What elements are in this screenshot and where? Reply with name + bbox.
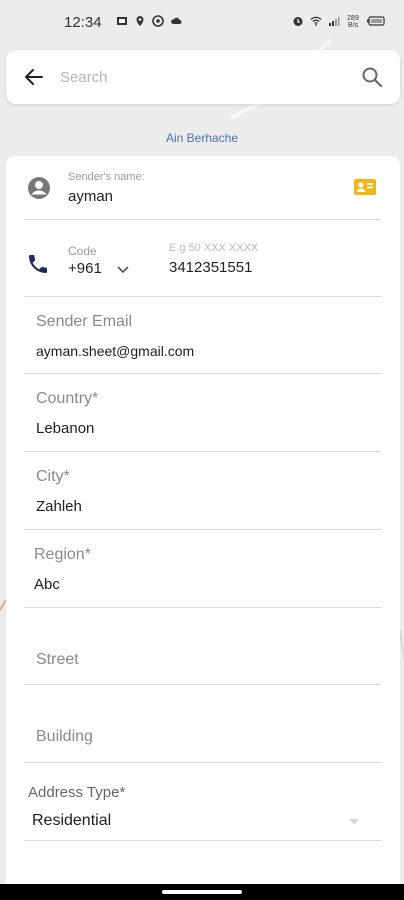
search-icon [362, 67, 382, 87]
search-input[interactable] [60, 68, 358, 86]
sender-name-label: Sender's name: [68, 171, 145, 183]
back-button[interactable] [20, 63, 48, 91]
street-field[interactable]: Street [24, 608, 382, 685]
phone-number-input[interactable]: 3412351551 [169, 259, 252, 276]
search-bar [6, 50, 400, 104]
dropdown-triangle-icon [349, 819, 359, 825]
building-field[interactable]: Building [24, 685, 382, 763]
country-field[interactable]: Country* Lebanon [24, 374, 382, 452]
battery-icon [366, 15, 386, 30]
building-placeholder: Building [36, 728, 93, 745]
city-field[interactable]: City* Zahleh [24, 452, 382, 530]
address-type-dropdown[interactable]: Address Type* Residential [24, 763, 382, 841]
map-place-label: Ain Berhache [165, 131, 239, 145]
code-label: Code [68, 244, 97, 258]
region-field[interactable]: Region* Abc [24, 530, 382, 608]
city-value: Zahleh [36, 498, 82, 515]
status-bar: 12:34 289 B/s [0, 0, 404, 44]
signal-icon [328, 15, 340, 30]
phone-icon [29, 255, 47, 273]
street-placeholder: Street [36, 651, 79, 668]
sim-card-icon [116, 14, 128, 31]
alarm-icon [292, 15, 304, 30]
data-speed: 289 B/s [347, 15, 359, 29]
cloud-icon [170, 14, 182, 31]
home-gesture-handle[interactable] [162, 890, 242, 894]
sender-name-row[interactable]: Sender's name: ayman [24, 168, 382, 220]
city-label: City* [36, 468, 70, 485]
country-label: Country* [36, 390, 99, 407]
phone-number-hint: E.g 50 XXX XXXX [169, 242, 259, 254]
country-value: Lebanon [36, 420, 95, 437]
address-type-value: Residential [32, 812, 112, 829]
address-type-label: Address Type* [28, 784, 126, 801]
wifi-icon [310, 15, 322, 30]
phone-row: Code +961 E.g 50 XXX XXXX 3412351551 [24, 234, 382, 297]
code-value: +961 [68, 260, 102, 277]
region-value: Abc [34, 576, 60, 593]
data-saver-icon [151, 14, 164, 31]
chevron-down-icon [117, 266, 129, 274]
search-button[interactable] [358, 63, 386, 91]
location-icon [134, 14, 146, 31]
country-code-selector[interactable]: Code +961 [68, 244, 138, 284]
sender-form-sheet: Sender's name: ayman Code +961 E.g 50 XX… [6, 156, 400, 884]
account-circle-icon [28, 177, 50, 199]
sender-email-field[interactable]: Sender Email ayman.sheet@gmail.com [24, 297, 382, 374]
contact-card-icon[interactable] [354, 179, 376, 195]
sender-name-value: ayman [68, 188, 114, 205]
status-time: 12:34 [64, 13, 102, 31]
sender-email-value: ayman.sheet@gmail.com [36, 343, 195, 359]
region-label: Region* [34, 546, 91, 563]
sender-email-label: Sender Email [36, 313, 133, 330]
back-arrow-icon [25, 69, 43, 85]
